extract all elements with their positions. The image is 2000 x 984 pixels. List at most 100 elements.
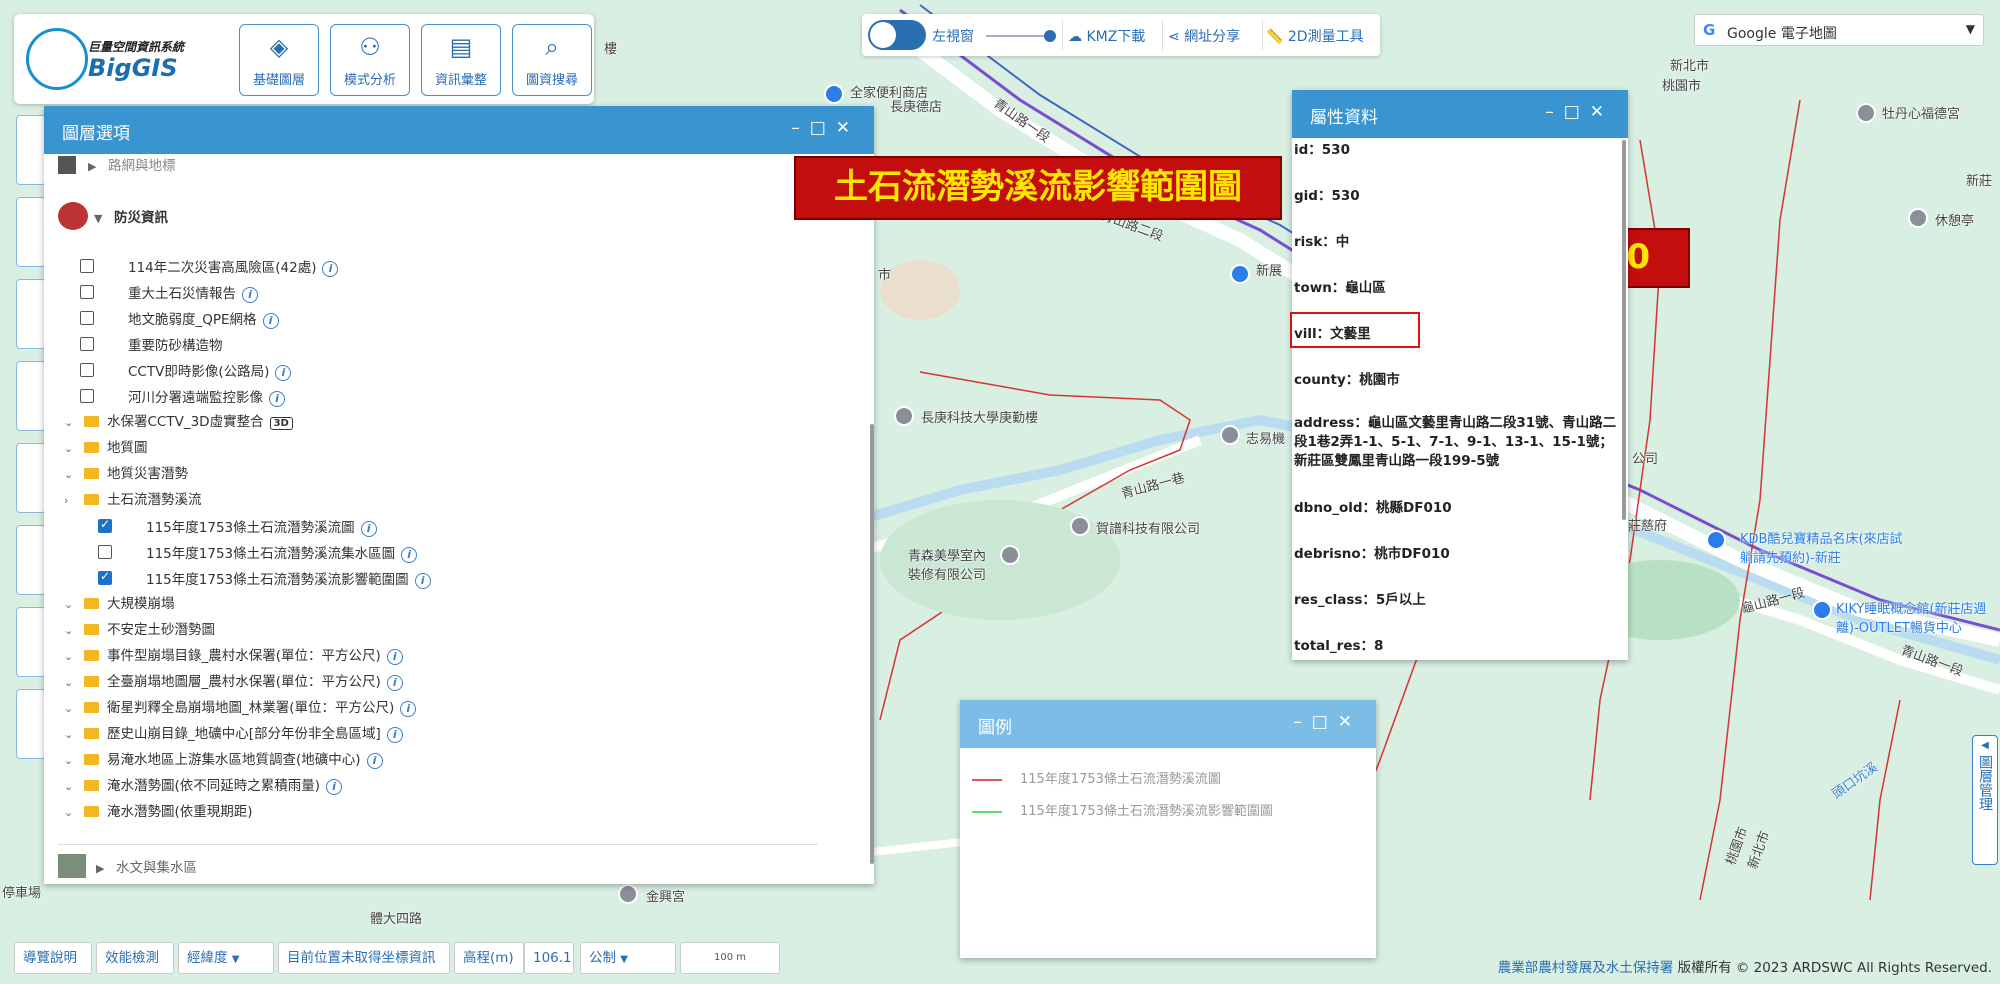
side-button[interactable] (16, 443, 46, 513)
info-icon[interactable]: i (242, 287, 258, 303)
info-icon[interactable]: i (400, 701, 417, 717)
performance-button[interactable]: 效能檢測 (96, 942, 174, 974)
layer-checkbox[interactable] (80, 285, 94, 299)
info-icon[interactable]: i (386, 675, 403, 691)
section-hydro[interactable]: ▶ 水文與集水區 (58, 854, 197, 878)
folder-item[interactable]: ⌄ 大規模崩塌 (64, 592, 175, 616)
app-logo[interactable]: 巨量空間資訊系統 BigGIS (26, 24, 226, 94)
attr-risk: risk：中 (1294, 234, 1350, 250)
temple-poi-icon[interactable] (618, 884, 638, 904)
maximize-icon[interactable]: □ (1564, 102, 1590, 122)
folder-item[interactable]: ⌄ 歷史山崩目錄_地礦中心[部分年份非全島區域] i (64, 722, 403, 746)
attr-res-class: res_class：5戶以上 (1294, 592, 1426, 608)
store-poi-icon[interactable] (824, 84, 844, 104)
folder-item[interactable]: ⌄ 地質災害潛勢 (64, 462, 188, 486)
basemap-select[interactable]: G Google 電子地圖 ▼ (1694, 14, 1984, 46)
legend-header[interactable]: 圖例 –□✕ (960, 700, 1376, 748)
company-poi-icon[interactable] (1000, 545, 1020, 565)
close-icon[interactable]: ✕ (836, 118, 860, 138)
layer-checkbox[interactable] (80, 389, 94, 403)
unit-select[interactable]: 公制 ▼ (580, 942, 676, 974)
minimize-icon[interactable]: – (791, 118, 810, 138)
folder-item[interactable]: ⌄ 水保署CCTV_3D虛實整合 3D (64, 410, 293, 434)
map-label: 長庚科技大學庚勤樓 (921, 411, 1039, 426)
layer-checkbox[interactable] (98, 545, 112, 559)
attribute-panel-header[interactable]: 屬性資料 –□✕ (1292, 90, 1628, 138)
section-roads[interactable]: ▶ 路網與地標 (58, 154, 176, 178)
info-icon[interactable]: i (414, 573, 431, 589)
map-search-button[interactable]: ⌕ 圖資搜尋 (512, 24, 592, 96)
company-poi-icon[interactable] (1220, 425, 1240, 445)
info-icon[interactable]: i (386, 727, 403, 743)
chevron-down-icon: ▼ (1965, 22, 1975, 36)
side-button[interactable] (16, 525, 46, 595)
virus-alert-icon (58, 202, 88, 230)
chevron-down-icon: ▼ (231, 954, 240, 965)
layer-panel-scrollbar[interactable] (870, 424, 874, 864)
basemap-layers-button[interactable]: ◈ 基礎圖層 (239, 24, 319, 96)
layer-manager-drawer[interactable]: ◀ 圖層管理 (1972, 735, 1998, 865)
layer-checkbox[interactable] (80, 311, 94, 325)
school-poi-icon[interactable] (894, 406, 914, 426)
kmz-download-button[interactable]: ☁ KMZ下載 (1068, 26, 1145, 46)
side-button[interactable] (16, 197, 46, 267)
coord-type-select[interactable]: 經緯度 ▼ (178, 942, 274, 974)
info-icon[interactable]: i (275, 365, 292, 381)
folder-item[interactable]: ⌄ 事件型崩塌目錄_農村水保署(單位：平方公尺) i (64, 644, 403, 668)
left-window-toggle[interactable] (868, 20, 926, 50)
folder-item[interactable]: ⌄ 全臺崩塌地圖層_農村水保署(單位：平方公尺) i (64, 670, 403, 694)
folder-item[interactable]: ⌄ 淹水潛勢圖(依重現期距) (64, 800, 253, 824)
folder-debris-flow[interactable]: › 土石流潛勢溪流 (64, 488, 202, 512)
info-icon[interactable]: i (262, 313, 279, 329)
folder-icon (84, 728, 99, 739)
folder-item[interactable]: ⌄ 地質圖 (64, 436, 148, 460)
info-summary-button[interactable]: ▤ 資訊彙整 (421, 24, 501, 96)
side-button[interactable] (16, 689, 46, 759)
section-disaster[interactable]: ▼ 防災資訊 (58, 202, 168, 230)
measure-tool-button[interactable]: 📏 2D測量工具 (1266, 26, 1364, 46)
guide-button[interactable]: 導覽說明 (14, 942, 92, 974)
folder-item[interactable]: ⌄ 衛星判釋全島崩塌地圖_林業署(單位：平方公尺) i (64, 696, 417, 720)
info-icon[interactable]: i (269, 391, 285, 407)
close-icon[interactable]: ✕ (1338, 712, 1362, 732)
map-label: 賀譜科技有限公司 (1096, 522, 1201, 537)
folder-item[interactable]: ⌄ 不安定土砂潛勢圖 (64, 618, 215, 642)
layer-checkbox[interactable] (98, 569, 112, 585)
layer-checkbox[interactable] (80, 363, 94, 377)
side-button[interactable] (16, 115, 46, 185)
layer-checkbox[interactable] (80, 337, 94, 351)
org-link[interactable]: 農業部農村發展及水土保持署 (1498, 960, 1674, 976)
map-label: 體大四路 (370, 912, 423, 927)
attribute-scrollbar[interactable] (1622, 140, 1626, 520)
close-icon[interactable]: ✕ (1590, 102, 1614, 122)
info-icon[interactable]: i (401, 547, 418, 563)
layer-checkbox[interactable] (98, 517, 112, 533)
folder-item[interactable]: ⌄ 淹水潛勢圖(依不同延時之累積雨量) i (64, 774, 343, 798)
info-icon[interactable]: i (360, 521, 377, 537)
info-icon[interactable]: i (322, 261, 339, 277)
side-button[interactable] (16, 279, 46, 349)
info-icon[interactable]: i (326, 779, 343, 795)
maximize-icon[interactable]: □ (810, 118, 836, 138)
share-url-button[interactable]: ⋖ 網址分享 (1168, 26, 1240, 46)
shop-poi-icon[interactable] (1812, 600, 1832, 620)
info-icon[interactable]: i (366, 753, 383, 769)
folder-item[interactable]: ⌄ 易淹水地區上游集水區地質調查(地礦中心) i (64, 748, 383, 772)
attribute-list: id：530 gid：530 risk：中 town：龜山區 vill：文藝里 … (1292, 138, 1622, 660)
minimize-icon[interactable]: – (1545, 102, 1564, 122)
info-icon[interactable]: i (386, 649, 403, 665)
side-button[interactable] (16, 607, 46, 677)
layer-panel-header[interactable]: 圖層選項 –□✕ (44, 106, 874, 154)
chevron-down-icon: ⌄ (64, 468, 74, 481)
side-button[interactable] (16, 361, 46, 431)
maximize-icon[interactable]: □ (1312, 712, 1338, 732)
temple-poi-icon[interactable] (1856, 103, 1876, 123)
company-poi-icon[interactable] (1070, 516, 1090, 536)
layer-checkbox[interactable] (80, 259, 94, 273)
minimize-icon[interactable]: – (1293, 712, 1312, 732)
opacity-slider[interactable] (986, 30, 1056, 42)
pavilion-poi-icon[interactable] (1908, 208, 1928, 228)
shop-poi-icon[interactable] (1706, 530, 1726, 550)
bus-stop-icon[interactable] (1230, 264, 1250, 284)
model-analysis-button[interactable]: ⚇ 模式分析 (330, 24, 410, 96)
